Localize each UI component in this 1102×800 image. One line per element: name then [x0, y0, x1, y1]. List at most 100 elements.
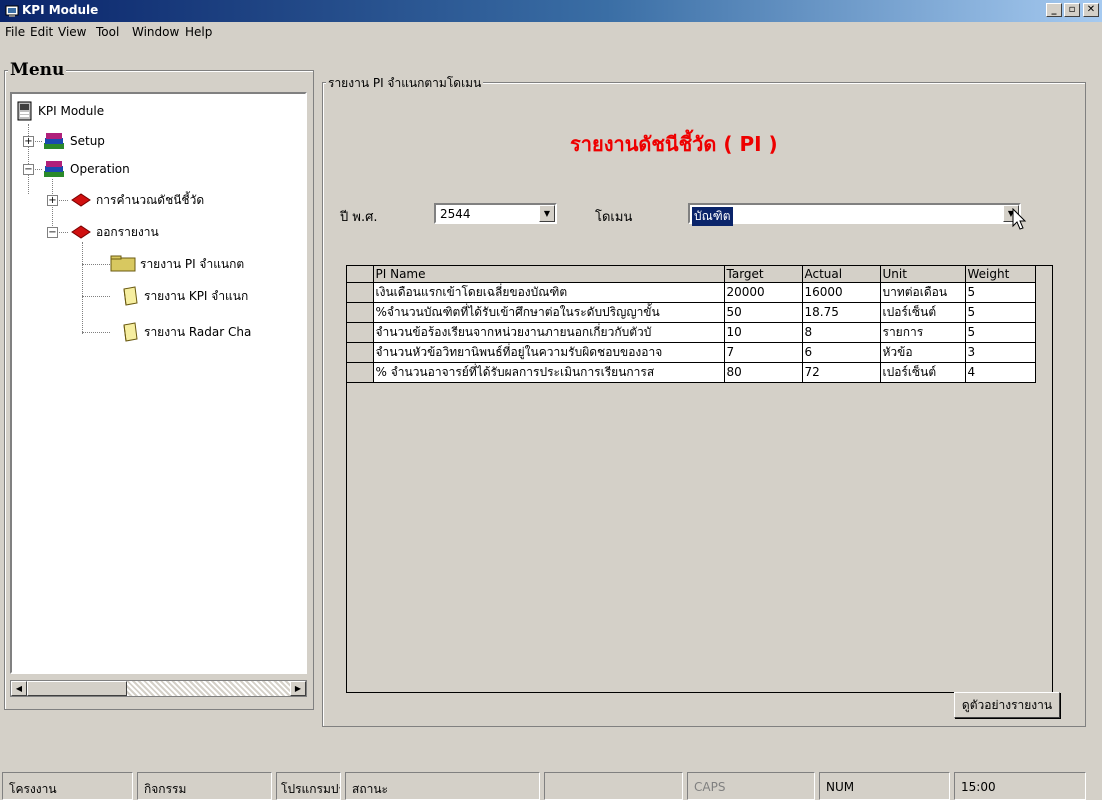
cell-pi-name[interactable]: จำนวนข้อร้องเรียนจากหน่วยงานภายนอกเกี่ยว… — [373, 322, 725, 343]
cell-target[interactable]: 50 — [724, 302, 803, 323]
menu-panel-title: Menu — [8, 60, 67, 80]
status-num: NUM — [819, 772, 950, 800]
row-selector[interactable] — [347, 342, 374, 363]
column-header-actual[interactable]: Actual — [802, 266, 881, 283]
table-header-row: PI Name Target Actual Unit Weight — [347, 266, 1036, 283]
cell-pi-name[interactable]: เงินเดือนแรกเข้าโดยเฉลี่ยของบัณฑิต — [373, 282, 725, 303]
red-book-icon — [71, 193, 91, 207]
kpi-module-icon — [17, 101, 32, 121]
tree-item-operation[interactable]: Operation — [42, 158, 130, 180]
cell-unit[interactable]: รายการ — [880, 322, 966, 343]
mouse-cursor-icon — [1012, 208, 1027, 230]
tree-horizontal-scrollbar[interactable]: ◀ ▶ — [10, 680, 307, 697]
cell-pi-name[interactable]: % จำนวนอาจารย์ที่ได้รับผลการประเมินการเร… — [373, 362, 725, 383]
cell-unit[interactable]: หัวข้อ — [880, 342, 966, 363]
row-indicator — [347, 266, 374, 283]
preview-report-button[interactable]: ดูตัวอย่างรายงาน — [954, 692, 1060, 718]
menu-tool[interactable]: Tool — [96, 25, 119, 39]
title-bar: KPI Module _ ▫ ✕ — [0, 0, 1102, 22]
tree-item-calculation[interactable]: การคำนวณดัชนีชี้วัด — [70, 189, 204, 211]
status-activity: กิจกรรม — [137, 772, 272, 800]
status-caps: CAPS — [687, 772, 815, 800]
menu-bar: File Edit View Tool Window Help — [0, 22, 1102, 42]
cell-pi-name[interactable]: %จำนวนบัณฑิตที่ได้รับเข้าศึกษาต่อในระดับ… — [373, 302, 725, 323]
column-header-pi-name[interactable]: PI Name — [373, 266, 725, 283]
scroll-right-button[interactable]: ▶ — [290, 681, 306, 696]
cell-actual[interactable]: 16000 — [802, 282, 881, 303]
books-icon — [44, 161, 64, 177]
cell-unit[interactable]: เปอร์เซ็นต์ — [880, 362, 966, 383]
minimize-button[interactable]: _ — [1046, 3, 1062, 17]
cell-target[interactable]: 7 — [724, 342, 803, 363]
cell-pi-name[interactable]: จำนวนหัวข้อวิทยานิพนธ์ที่อยู่ในความรับผิ… — [373, 342, 725, 363]
year-label: ปี พ.ศ. — [340, 210, 378, 225]
pi-table[interactable]: PI Name Target Actual Unit Weight เงินเด… — [346, 265, 1053, 693]
status-state: สถานะ — [345, 772, 540, 800]
cell-actual[interactable]: 18.75 — [802, 302, 881, 323]
row-selector[interactable] — [347, 302, 374, 323]
domain-label: โดเมน — [595, 210, 633, 225]
folder-icon — [123, 286, 138, 306]
tree-item-pi-report[interactable]: รายงาน PI จำแนกต — [110, 253, 244, 275]
folder-icon — [110, 255, 136, 272]
red-book-icon — [71, 225, 91, 239]
scroll-left-button[interactable]: ◀ — [11, 681, 27, 696]
tree-expand-calculation[interactable]: + — [47, 195, 58, 206]
cell-actual[interactable]: 72 — [802, 362, 881, 383]
close-button[interactable]: ✕ — [1083, 3, 1099, 17]
cell-unit[interactable]: บาทต่อเดือน — [880, 282, 966, 303]
status-project: โครงงาน — [2, 772, 133, 800]
tree-item-setup[interactable]: Setup — [42, 130, 105, 152]
menu-help[interactable]: Help — [185, 25, 212, 39]
table-row[interactable]: %จำนวนบัณฑิตที่ได้รับเข้าศึกษาต่อในระดับ… — [347, 302, 1036, 323]
row-selector[interactable] — [347, 322, 374, 343]
column-header-target[interactable]: Target — [724, 266, 803, 283]
tree-item-kpi-module[interactable]: KPI Module — [16, 100, 104, 122]
window-title: KPI Module — [22, 3, 99, 17]
domain-select[interactable]: บัณฑิต ▼ — [688, 203, 1021, 226]
status-time: 15:00 — [954, 772, 1086, 800]
tree-item-radar-report[interactable]: รายงาน Radar Cha — [120, 321, 251, 343]
cell-unit[interactable]: เปอร์เซ็นต์ — [880, 302, 966, 323]
cell-weight[interactable]: 5 — [965, 302, 1036, 323]
report-heading: รายงานดัชนีชี้วัด ( PI ) — [570, 132, 778, 156]
table-row[interactable]: % จำนวนอาจารย์ที่ได้รับผลการประเมินการเร… — [347, 362, 1036, 383]
menu-window[interactable]: Window — [132, 25, 179, 39]
tree-item-kpi-report[interactable]: รายงาน KPI จำแนก — [120, 285, 248, 307]
tree-expand-setup[interactable]: + — [23, 136, 34, 147]
cell-target[interactable]: 80 — [724, 362, 803, 383]
app-icon — [5, 5, 19, 17]
table-row[interactable]: จำนวนข้อร้องเรียนจากหน่วยงานภายนอกเกี่ยว… — [347, 322, 1036, 343]
menu-view[interactable]: View — [58, 25, 86, 39]
table-row[interactable]: เงินเดือนแรกเข้าโดยเฉลี่ยของบัณฑิต 20000… — [347, 282, 1036, 303]
column-header-weight[interactable]: Weight — [965, 266, 1036, 283]
cell-target[interactable]: 20000 — [724, 282, 803, 303]
scroll-thumb[interactable] — [27, 681, 127, 696]
table-row[interactable]: จำนวนหัวข้อวิทยานิพนธ์ที่อยู่ในความรับผิ… — [347, 342, 1036, 363]
tree-collapse-operation[interactable]: − — [23, 164, 34, 175]
cell-target[interactable]: 10 — [724, 322, 803, 343]
cell-actual[interactable]: 8 — [802, 322, 881, 343]
report-panel-title: รายงาน PI จำแนกตามโดเมน — [326, 74, 484, 93]
status-bar: โครงงาน กิจกรรม โปรแกรมประเภท สถานะ CAPS… — [0, 770, 1102, 800]
folder-icon — [123, 322, 138, 342]
tree-collapse-reports[interactable]: − — [47, 227, 58, 238]
status-program-type: โปรแกรมประเภท — [276, 772, 341, 800]
menu-file[interactable]: File — [5, 25, 25, 39]
cell-weight[interactable]: 3 — [965, 342, 1036, 363]
chevron-down-icon[interactable]: ▼ — [539, 205, 555, 222]
tree-item-reports[interactable]: ออกรายงาน — [70, 221, 159, 243]
books-icon — [44, 133, 64, 149]
row-selector[interactable] — [347, 282, 374, 303]
status-empty — [544, 772, 683, 800]
row-selector[interactable] — [347, 362, 374, 383]
year-select[interactable]: 2544 ▼ — [434, 203, 557, 224]
menu-edit[interactable]: Edit — [30, 25, 53, 39]
cell-actual[interactable]: 6 — [802, 342, 881, 363]
cell-weight[interactable]: 4 — [965, 362, 1036, 383]
menu-tree[interactable]: KPI Module + Setup − Operation + การคำนว… — [10, 92, 307, 674]
restore-button[interactable]: ▫ — [1064, 3, 1080, 17]
cell-weight[interactable]: 5 — [965, 322, 1036, 343]
column-header-unit[interactable]: Unit — [880, 266, 966, 283]
cell-weight[interactable]: 5 — [965, 282, 1036, 303]
